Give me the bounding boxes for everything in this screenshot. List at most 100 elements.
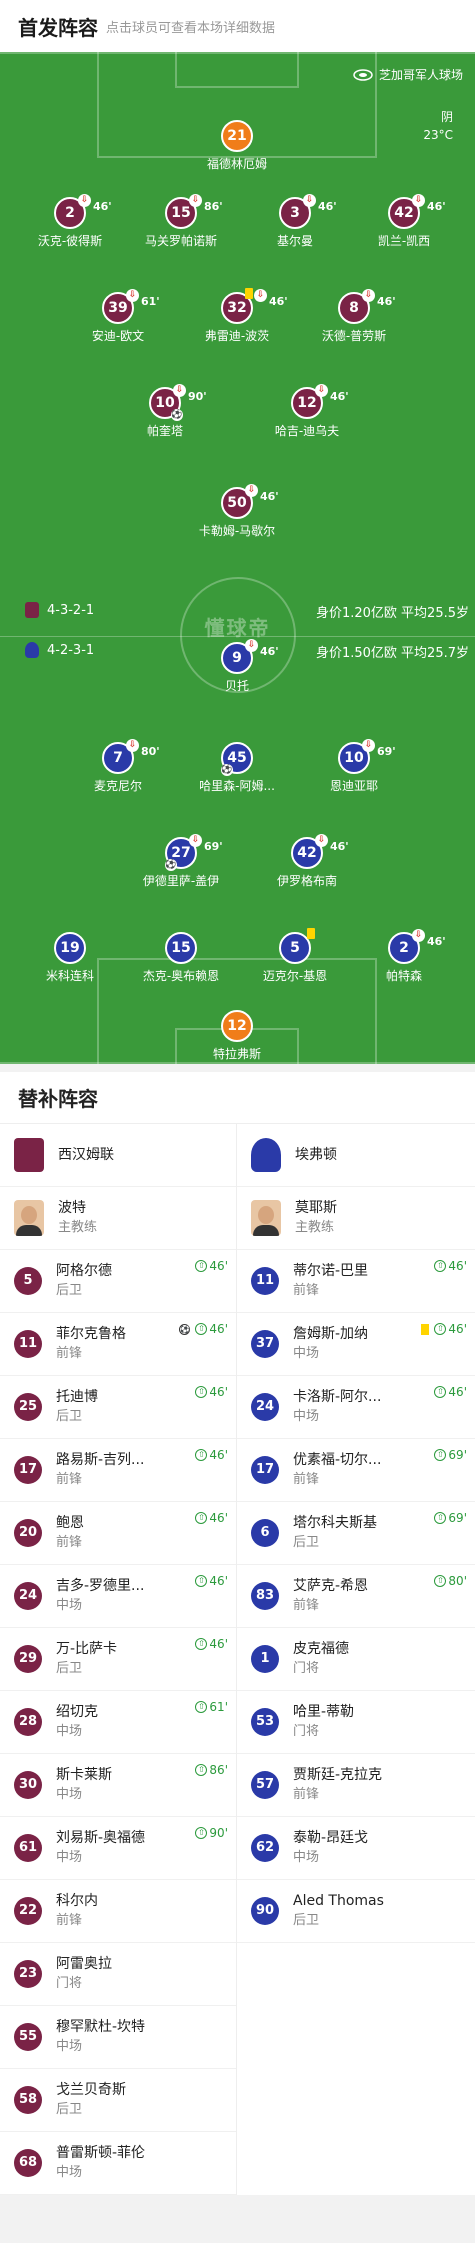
sub-minute: 69' [204,840,223,853]
player-number-badge: 10 ⇩ 90' ⚽ [149,384,207,421]
home-sub-row[interactable]: 58 戈兰贝奇斯 后卫 [0,2069,236,2132]
away-sub-row[interactable]: 24 卡洛斯-阿尔... 中场 ⇧ 46' [237,1376,475,1439]
away-team-row[interactable]: 埃弗顿 [237,1124,475,1187]
home-sub-row[interactable]: 24 吉多-罗德里... 中场 ⇧ 46' [0,1565,236,1628]
home-player-1[interactable]: 2 ⇩ 46' 沃克-彼得斯 [15,194,125,249]
home-player-6[interactable]: 32 ⇩ 46' 弗雷迪-波茨 [182,288,292,344]
home-player-0[interactable]: 21 福德林厄姆 [182,120,292,172]
away-player-10[interactable]: 12 特拉弗斯 [182,1010,292,1062]
away-player-4[interactable]: 27 ⇩ 69' ⚽ 伊德里萨-盖伊 [126,834,236,889]
yellow-card-icon [307,928,315,939]
home-sub-row[interactable]: 5 阿格尔德 后卫 ⇧ 46' [0,1250,236,1313]
sub-number-badge: 83 [251,1582,279,1610]
away-player-2[interactable]: 45 ⚽ 哈里森-阿姆... [182,742,292,794]
home-player-5[interactable]: 39 ⇩ 61' 安迪-欧文 [63,289,173,344]
away-player-5[interactable]: 42 ⇩ 46' 伊罗格布南 [252,834,362,889]
sub-event: ⇧ 80' [434,1574,467,1588]
sub-number-badge: 55 [14,2023,42,2051]
sub-event: ⚽ ⇧ 46' [179,1322,228,1336]
home-team-row[interactable]: 西汉姆联 [0,1124,236,1187]
weather-desc: 阴 [440,110,453,124]
player-name: 安迪-欧文 [91,329,145,343]
sub-number-badge: 90 [251,1897,279,1925]
away-sub-row[interactable]: 83 艾萨克-希恩 前锋 ⇧ 80' [237,1565,475,1628]
home-sub-row[interactable]: 28 绍切克 中场 ⇧ 61' [0,1691,236,1754]
sub-player-position: 前锋 [56,1472,83,1487]
home-sub-row[interactable]: 23 阿雷奥拉 门将 [0,1943,236,2006]
away-sub-row[interactable]: 90 Aled Thomas 后卫 [237,1880,475,1943]
sub-in-icon: ⇧ [434,1260,447,1272]
sub-number-badge: 30 [14,1771,42,1799]
subs-header: 替补阵容 [0,1072,475,1124]
sub-in-minute: 46' [209,1511,228,1525]
sub-number-badge: 23 [14,1960,42,1988]
player-number-badge: 42 ⇩ 46' [291,834,349,869]
home-team-name: 西汉姆联 [58,1147,114,1163]
sub-event: ⇧ 46' [195,1448,228,1462]
sub-player-name: 斯卡莱斯 [56,1767,112,1783]
player-name: 麦克尼尔 [93,779,142,793]
home-player-8[interactable]: 10 ⇩ 90' ⚽ 帕奎塔 [110,384,220,439]
player-number-badge: 39 ⇩ 61' [102,289,160,324]
sub-player-name: 万-比萨卡 [56,1641,118,1657]
away-sub-row[interactable]: 37 詹姆斯-加纳 中场 ⇧ 46' [237,1313,475,1376]
player-number-badge: 2 ⇩ 46' [388,929,446,964]
sub-number-badge: 24 [14,1582,42,1610]
away-sub-row[interactable]: 57 贾斯廷-克拉克 前锋 [237,1754,475,1817]
sub-player-name: 泰勒-昂廷戈 [293,1830,369,1846]
west-ham-crest-icon [14,1138,44,1172]
player-number-badge: 32 ⇩ 46' [221,288,288,324]
away-sub-row[interactable]: 6 塔尔科夫斯基 后卫 ⇧ 69' [237,1502,475,1565]
home-player-4[interactable]: 42 ⇩ 46' 凯兰-凯西 [349,194,459,249]
sub-number-badge: 61 [14,1834,42,1862]
home-formation: 4-3-2-1 [25,602,94,618]
away-player-3[interactable]: 10 ⇩ 69' 恩迪亚耶 [299,739,409,794]
player-number-badge: 45 ⚽ [221,742,253,776]
player-name: 沃德-普劳斯 [321,329,387,343]
sub-player-position: 门将 [293,1724,320,1739]
sub-in-minute: 69' [448,1448,467,1462]
sub-in-minute: 46' [209,1637,228,1651]
away-player-7[interactable]: 15 杰克-奥布赖恩 [126,932,236,984]
sub-in-icon: ⇧ [195,1386,208,1398]
sub-player-name: 哈里-蒂勒 [293,1704,355,1720]
home-coach-row[interactable]: 波特 主教练 [0,1187,236,1250]
home-player-10[interactable]: 50 ⇩ 46' 卡勒姆-马歇尔 [182,484,292,539]
sub-number-badge: 11 [251,1267,279,1295]
sub-number-badge: 22 [14,1897,42,1925]
away-sub-row[interactable]: 62 泰勒-昂廷戈 中场 [237,1817,475,1880]
sub-number-badge: 58 [14,2086,42,2114]
home-player-9[interactable]: 12 ⇩ 46' 哈吉-迪乌夫 [252,384,362,439]
away-player-1[interactable]: 7 ⇩ 80' 麦克尼尔 [63,739,173,794]
home-player-7[interactable]: 8 ⇩ 46' 沃德-普劳斯 [299,289,409,344]
home-sub-row[interactable]: 29 万-比萨卡 后卫 ⇧ 46' [0,1628,236,1691]
home-sub-row[interactable]: 11 菲尔克鲁格 前锋 ⚽ ⇧ 46' [0,1313,236,1376]
away-sub-row[interactable]: 11 蒂尔诺-巴里 前锋 ⇧ 46' [237,1250,475,1313]
away-sub-row[interactable]: 53 哈里-蒂勒 门将 [237,1691,475,1754]
sub-player-position: 前锋 [56,1346,83,1361]
away-player-9[interactable]: 2 ⇩ 46' 帕特森 [349,929,459,984]
sub-out-icon: ⇩ [412,929,425,942]
home-sub-row[interactable]: 20 鲍恩 前锋 ⇧ 46' [0,1502,236,1565]
away-subs-column: 埃弗顿 莫耶斯 主教练 11 蒂尔诺-巴里 前锋 ⇧ 46' 37 詹姆斯-加纳 中场 ⇧ 46'… [237,1124,475,2195]
away-sub-row[interactable]: 1 皮克福德 门将 [237,1628,475,1691]
home-player-2[interactable]: 15 ⇩ 86' 马关罗帕诺斯 [126,194,236,249]
home-sub-row[interactable]: 22 科尔内 前锋 [0,1880,236,1943]
sub-number-badge: 68 [14,2149,42,2177]
sub-event: ⇧ 46' [195,1574,228,1588]
home-sub-row[interactable]: 25 托迪博 后卫 ⇧ 46' [0,1376,236,1439]
home-sub-row[interactable]: 55 穆罕默杜-坎特 中场 [0,2006,236,2069]
away-player-0[interactable]: 9 ⇩ 46' 贝托 [182,639,292,694]
home-sub-row[interactable]: 68 普雷斯顿-菲伦 中场 [0,2132,236,2195]
home-sub-row[interactable]: 17 路易斯-吉列... 前锋 ⇧ 46' [0,1439,236,1502]
home-sub-row[interactable]: 30 斯卡莱斯 中场 ⇧ 86' [0,1754,236,1817]
away-player-6[interactable]: 19 米科连科 [15,932,125,984]
away-sub-row[interactable]: 17 优素福-切尔... 前锋 ⇧ 69' [237,1439,475,1502]
home-sub-row[interactable]: 61 刘易斯-奥福德 中场 ⇧ 90' [0,1817,236,1880]
away-coach-row[interactable]: 莫耶斯 主教练 [237,1187,475,1250]
sub-in-minute: 90' [209,1826,228,1840]
player-name: 帕奎塔 [146,424,183,438]
sub-player-position: 门将 [293,1661,320,1676]
away-player-8[interactable]: 5 迈克尔-基恩 [240,928,350,984]
home-player-3[interactable]: 3 ⇩ 46' 基尔曼 [240,194,350,249]
